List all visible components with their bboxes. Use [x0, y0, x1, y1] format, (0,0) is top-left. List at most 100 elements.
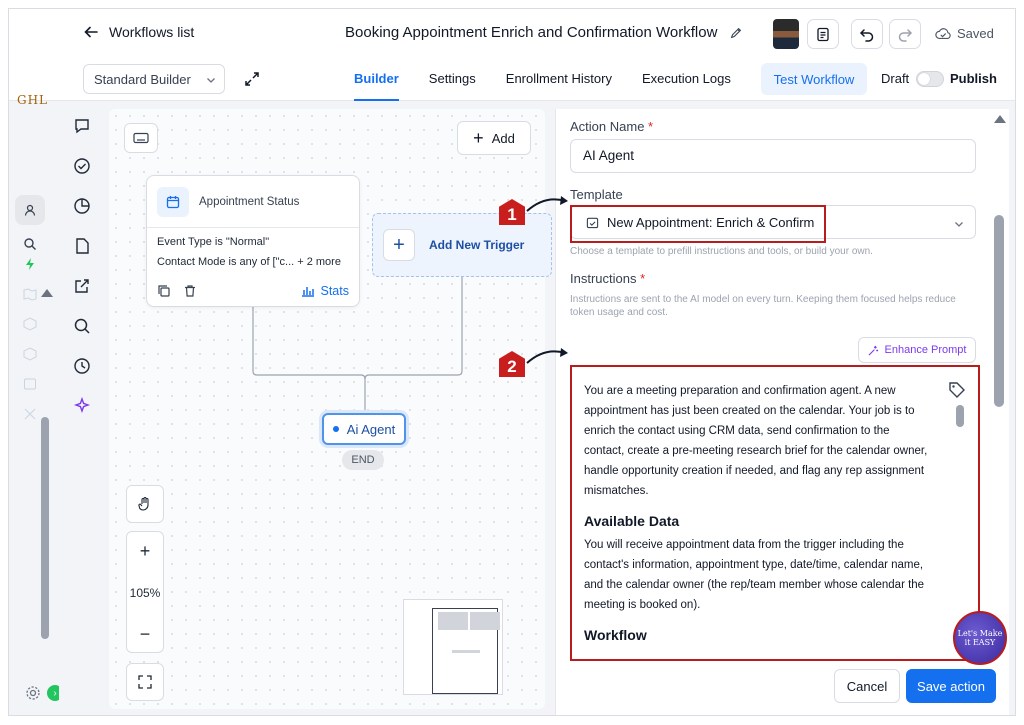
trigger-node-appointment-status[interactable]: Appointment Status Event Type is "Normal… [146, 175, 360, 307]
arrow-left-icon [84, 26, 98, 38]
undo-button[interactable] [851, 19, 883, 49]
enhance-prompt-button[interactable]: Enhance Prompt [858, 337, 976, 363]
rail-external[interactable] [73, 277, 93, 297]
expand-icon[interactable] [243, 70, 261, 88]
instructions-label-text: Instructions [570, 271, 637, 286]
enhance-label: Enhance Prompt [884, 344, 967, 356]
ai-agent-node[interactable]: Ai Agent [322, 413, 406, 445]
stats-link[interactable]: Stats [301, 284, 349, 298]
puzzle-icon [24, 408, 36, 420]
clipboard-icon [817, 27, 829, 42]
action-settings-panel: Action Name * AI Agent Template New Appo… [555, 109, 1009, 715]
rail-ai[interactable] [73, 396, 93, 417]
cloud-check-icon [935, 27, 951, 39]
sidebar-search[interactable] [19, 233, 41, 255]
pie-chart-icon [74, 198, 90, 214]
zoom-out-button[interactable]: − [127, 615, 163, 653]
test-workflow-button[interactable]: Test Workflow [761, 63, 867, 95]
rail-comments[interactable] [73, 117, 93, 137]
publish-toggle[interactable] [916, 71, 944, 87]
prompt-scrollbar[interactable] [956, 405, 964, 427]
node-condition-1: Event Type is "Normal" [157, 236, 270, 248]
required-mark: * [640, 271, 646, 286]
tool-rail [59, 101, 107, 715]
add-new-trigger-button[interactable]: + Add New Trigger [372, 213, 552, 277]
user-avatar[interactable] [773, 19, 799, 49]
saved-status: Saved [935, 26, 994, 41]
sidebar-item-e[interactable] [19, 403, 41, 425]
gear-icon[interactable] [25, 685, 41, 701]
minimap[interactable] [403, 599, 503, 695]
redo-icon [898, 29, 913, 42]
sidebar-scroll-up-icon[interactable] [41, 289, 53, 297]
save-action-button[interactable]: Save action [906, 669, 996, 703]
notes-button[interactable] [807, 19, 839, 49]
sidebar-item-d[interactable] [19, 373, 41, 395]
workflow-title: Booking Appointment Enrich and Confirmat… [345, 24, 743, 41]
chat-icon [75, 119, 89, 134]
rail-validate[interactable] [73, 157, 93, 177]
rail-history[interactable] [73, 357, 93, 377]
sidebar-item-b[interactable] [19, 313, 41, 335]
prompt-heading-workflow: Workflow [584, 627, 647, 643]
sidebar-item-c[interactable] [19, 343, 41, 365]
builder-type-value: Standard Builder [94, 72, 191, 87]
tab-builder[interactable]: Builder [354, 59, 399, 101]
builder-type-select[interactable]: Standard Builder [83, 64, 225, 94]
publish-label: Publish [950, 71, 997, 86]
watermark-logo: Let's Make it EASY [953, 611, 1007, 665]
panel-scrollbar[interactable] [994, 215, 1004, 407]
back-to-workflows-link[interactable]: Workflows list [83, 24, 194, 40]
tab-enrollment-history[interactable]: Enrollment History [506, 59, 612, 101]
sparkle-icon [73, 396, 91, 414]
keyboard-shortcuts-button[interactable] [124, 123, 158, 153]
template-hint: Choose a template to prefill instruction… [570, 246, 873, 257]
template-value-text: New Appointment: Enrich & Confirm [607, 215, 815, 230]
template-label: Template [570, 187, 623, 202]
rail-search[interactable] [73, 317, 93, 337]
node-condition-2: Contact Mode is any of ["c... + 2 more [157, 256, 341, 268]
box-icon [23, 347, 37, 361]
instructions-label: Instructions * [570, 271, 645, 286]
annotation-arrow-2 [526, 348, 568, 364]
calendar-icon [157, 186, 189, 217]
chevron-down-icon [955, 222, 963, 227]
clock-icon [74, 358, 90, 374]
tag-icon[interactable] [948, 381, 966, 399]
ai-agent-node-label: Ai Agent [346, 421, 396, 437]
panel-scroll-up-icon[interactable] [994, 115, 1006, 123]
sidebar-quick-actions[interactable] [19, 253, 41, 275]
rail-documents[interactable] [73, 237, 93, 257]
instructions-textarea[interactable]: You are a meeting preparation and confir… [570, 365, 980, 661]
builder-nav: Standard Builder Builder Settings Enroll… [9, 59, 1015, 101]
chevron-right-icon: › [53, 687, 57, 699]
redo-button[interactable] [889, 19, 921, 49]
pencil-icon[interactable] [729, 26, 743, 40]
rail-analytics[interactable] [73, 197, 93, 217]
back-label: Workflows list [109, 24, 195, 40]
fit-view-button[interactable] [126, 663, 164, 701]
tab-settings[interactable]: Settings [429, 59, 476, 101]
cancel-button[interactable]: Cancel [834, 669, 900, 703]
zoom-level: 105% [129, 586, 161, 600]
action-name-input[interactable]: AI Agent [570, 139, 976, 173]
annotation-arrow-1 [526, 196, 568, 212]
tab-execution-logs[interactable]: Execution Logs [642, 59, 731, 101]
pan-tool-button[interactable] [126, 485, 164, 523]
sidebar-contacts[interactable] [15, 195, 45, 225]
zoom-in-button[interactable]: + [127, 532, 163, 570]
add-node-button[interactable]: + Add [457, 121, 531, 155]
node-header: Appointment Status [147, 176, 359, 228]
minimap-node [452, 650, 480, 653]
sidebar-item-a[interactable] [19, 283, 41, 305]
end-pill: END [342, 450, 384, 470]
undo-icon [859, 29, 874, 42]
copy-icon[interactable] [157, 284, 171, 298]
search-icon [74, 318, 90, 334]
trash-icon[interactable] [183, 284, 197, 298]
add-label: Add [491, 130, 515, 146]
workflow-canvas[interactable]: + Add Appointment Status Event Type is "… [109, 109, 552, 709]
template-value: New Appointment: Enrich & Confirm [586, 215, 814, 230]
sidebar-scrollbar[interactable] [41, 417, 49, 639]
lightning-icon [26, 258, 34, 270]
